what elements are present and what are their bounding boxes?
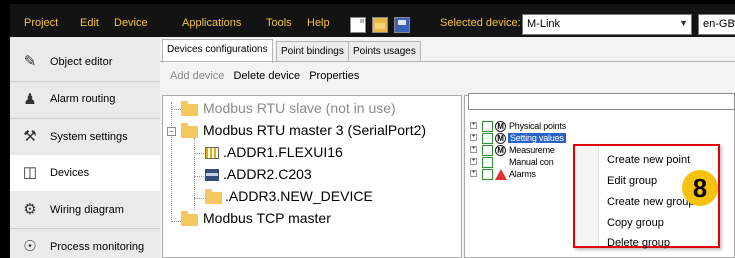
menu-item-copy-group[interactable]: Copy group <box>607 217 664 229</box>
menu-tools[interactable]: Tools <box>266 17 292 29</box>
expand-icon[interactable]: + <box>470 158 477 165</box>
sidebar-item-wiring-diagram[interactable]: ⚙ Wiring diagram <box>10 192 160 228</box>
m-badge-icon: M <box>495 121 506 132</box>
monitor-icon: ☉ <box>23 238 37 255</box>
m-badge-icon: M <box>495 133 506 144</box>
tree-item-label: Modbus RTU master 3 (SerialPort2) <box>203 122 427 138</box>
menu-applications[interactable]: Applications <box>182 17 241 29</box>
sidebar-item-process-monitoring[interactable]: ☉ Process monitoring <box>10 229 160 258</box>
callout-badge: 8 <box>682 170 718 206</box>
chevron-down-icon: ▼ <box>679 18 688 28</box>
points-group-label: Physical points <box>509 121 567 131</box>
expand-icon[interactable]: + <box>470 170 477 177</box>
tree-item-modbus-tcp-master[interactable]: Modbus TCP master <box>163 208 461 230</box>
tree-item-modbus-rtu-master[interactable]: − Modbus RTU master 3 (SerialPort2) <box>163 120 461 142</box>
menu-edit[interactable]: Edit <box>80 17 99 29</box>
tab-points-usages[interactable]: Points usages <box>348 41 421 61</box>
tree-item-modbus-rtu-slave[interactable]: Modbus RTU slave (not in use) <box>163 98 461 120</box>
sidebar-item-label: Object editor <box>50 56 113 68</box>
points-group-label: Setting values <box>508 133 566 143</box>
sidebar-item-label: Wiring diagram <box>50 204 124 216</box>
tree-item-addr3[interactable]: .ADDR3.NEW_DEVICE <box>163 186 461 208</box>
context-menu-gutter <box>575 146 599 246</box>
save-icon[interactable] <box>394 17 410 33</box>
search-input[interactable] <box>468 93 735 110</box>
checkbox[interactable] <box>482 169 493 180</box>
m-badge-icon: M <box>495 145 506 156</box>
tools-icon: ⚒ <box>23 128 37 145</box>
tab-point-bindings[interactable]: Point bindings <box>276 41 349 61</box>
menu-item-delete-group[interactable]: Delete group <box>607 237 670 249</box>
checkbox[interactable] <box>482 157 493 168</box>
menu-item-create-new-point[interactable]: Create new point <box>607 154 690 166</box>
add-device-button[interactable]: Add device <box>170 70 224 82</box>
tab-devices-configurations[interactable]: Devices configurations <box>162 39 273 63</box>
device-tree: Modbus RTU slave (not in use) − Modbus R… <box>162 95 462 258</box>
alarm-icon <box>495 169 507 180</box>
sidebar-item-label: Process monitoring <box>50 241 145 253</box>
checkbox[interactable] <box>482 133 493 144</box>
menu-item-create-new-group[interactable]: Create new group <box>607 196 694 208</box>
wiring-icon: ⚙ <box>23 201 37 218</box>
expand-icon[interactable]: + <box>470 134 477 141</box>
tree-item-label: .ADDR2.C203 <box>223 166 312 182</box>
folder-icon <box>205 189 222 204</box>
sidebar-item-system-settings[interactable]: ⚒ System settings <box>10 119 160 155</box>
network-icon: ◫ <box>22 164 38 181</box>
collapse-icon[interactable]: − <box>167 127 176 136</box>
folder-icon <box>181 101 198 116</box>
flexui-device-icon <box>205 147 219 159</box>
c203-device-icon <box>205 169 219 181</box>
menu-item-edit-group[interactable]: Edit group <box>607 175 657 187</box>
menu-help[interactable]: Help <box>307 17 330 29</box>
points-group-label: Manual con <box>509 157 554 167</box>
menu-project[interactable]: Project <box>24 17 58 29</box>
menu-bar: Project Edit Device Applications Tools H… <box>0 0 735 37</box>
locale-value: en-GB <box>703 18 735 30</box>
open-folder-icon[interactable] <box>372 17 388 33</box>
folder-icon <box>181 211 198 226</box>
sidebar-item-label: Alarm routing <box>50 93 116 105</box>
tree-item-addr2[interactable]: .ADDR2.C203 <box>163 164 461 186</box>
tree-item-label: .ADDR3.NEW_DEVICE <box>225 188 373 204</box>
delete-device-button[interactable]: Delete device <box>234 70 301 82</box>
selected-device-dropdown[interactable]: M-Link ▼ <box>522 14 692 35</box>
sidebar-item-object-editor[interactable]: ✎ Object editor <box>10 44 160 80</box>
menu-device[interactable]: Device <box>114 17 148 29</box>
new-file-icon[interactable] <box>350 17 366 33</box>
points-group-label: Measureme <box>509 145 555 155</box>
selected-device-value: M-Link <box>527 18 561 30</box>
checkbox[interactable] <box>482 145 493 156</box>
locale-dropdown[interactable]: en-GB ▼ <box>698 14 735 35</box>
checkbox[interactable] <box>482 121 493 132</box>
sidebar-item-devices[interactable]: ◫ Devices <box>10 155 160 191</box>
sidebar-item-alarm-routing[interactable]: ♟ Alarm routing <box>10 82 160 118</box>
tree-item-label: Modbus TCP master <box>203 210 331 226</box>
tree-item-label: .ADDR1.FLEXUI16 <box>223 144 343 160</box>
folder-icon <box>181 123 198 138</box>
points-group-label: Alarms <box>509 169 536 179</box>
expand-icon[interactable]: + <box>470 122 477 129</box>
sidebar: ✎ Object editor ♟ Alarm routing ⚒ System… <box>0 37 160 258</box>
selected-device-label: Selected device: <box>440 17 521 29</box>
tree-item-label: Modbus RTU slave (not in use) <box>203 100 396 116</box>
tree-item-addr1[interactable]: .ADDR1.FLEXUI16 <box>163 142 461 164</box>
pencil-icon: ✎ <box>23 53 37 70</box>
expand-icon[interactable]: + <box>470 146 477 153</box>
people-icon: ♟ <box>23 91 37 108</box>
properties-button[interactable]: Properties <box>309 70 359 82</box>
divider <box>160 61 735 62</box>
points-group-alarms[interactable]: + Alarms <box>470 169 590 182</box>
sidebar-item-label: System settings <box>50 131 128 143</box>
device-toolbar: Add device Delete device Properties <box>170 70 365 82</box>
sidebar-item-label: Devices <box>50 167 90 179</box>
